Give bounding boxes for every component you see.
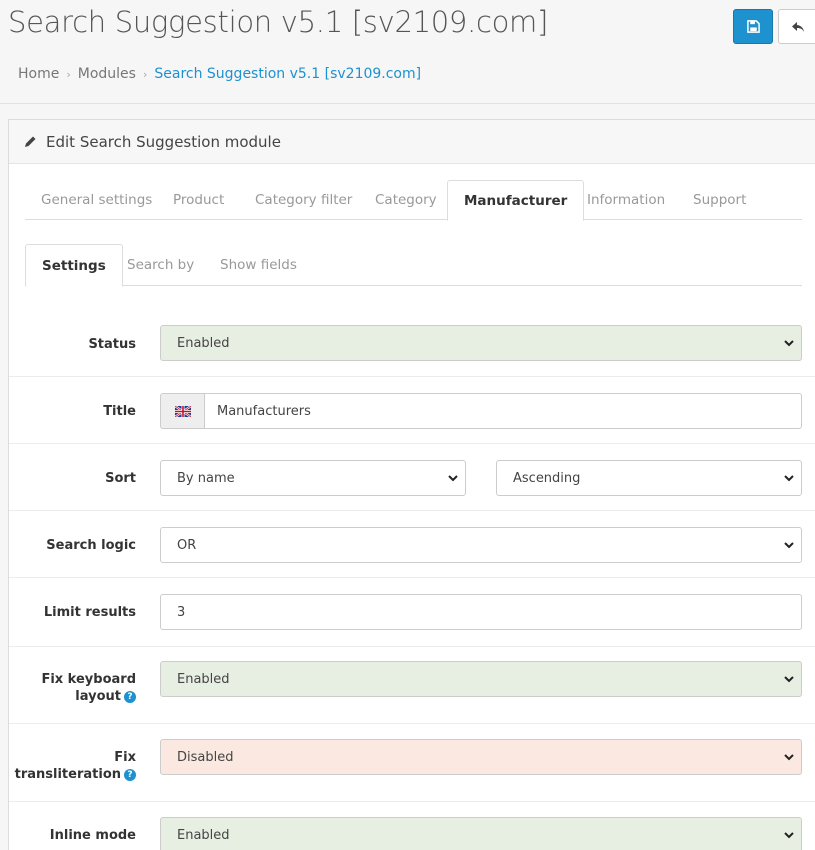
limit-results-value: 3	[177, 604, 186, 620]
status-label: Status	[88, 337, 136, 352]
inline-mode-value: Enabled	[177, 827, 230, 843]
form-row-limit-results: Limit results 3	[9, 577, 815, 646]
form-row-fix-keyboard-layout: Fix keyboard layout? Enabled	[9, 646, 815, 723]
sort-field-select[interactable]: By name	[160, 460, 466, 496]
form-row-title: Title Manufacturers	[9, 376, 815, 443]
page-header: Search Suggestion v5.1 [sv2109.com] Home…	[0, 0, 815, 104]
fix-transliteration-value: Disabled	[177, 749, 234, 765]
form-row-fix-transliteration: Fix transliteration? Disabled	[9, 723, 815, 801]
subtab-search-by[interactable]: Search by	[111, 244, 210, 284]
fix-keyboard-layout-value: Enabled	[177, 671, 230, 687]
limit-results-label: Limit results	[43, 605, 136, 620]
help-icon[interactable]: ?	[124, 691, 136, 703]
chevron-down-icon	[784, 542, 794, 549]
sort-order-select[interactable]: Ascending	[496, 460, 802, 496]
sub-tabs: Settings Search by Show fields	[25, 244, 802, 287]
language-flag-addon	[160, 393, 204, 429]
save-button[interactable]	[733, 9, 773, 44]
sort-order-value: Ascending	[513, 470, 581, 486]
search-logic-select[interactable]: OR	[160, 527, 802, 563]
status-value: Enabled	[177, 335, 230, 351]
search-logic-value: OR	[177, 537, 197, 553]
fix-keyboard-layout-select[interactable]: Enabled	[160, 661, 802, 697]
help-icon[interactable]: ?	[124, 769, 136, 781]
main-tabs: General settings Product Category filter…	[25, 180, 802, 221]
tab-product[interactable]: Product	[157, 180, 240, 220]
form-row-sort: Sort By name Ascending	[9, 443, 815, 510]
panel-heading: Edit Search Suggestion module	[9, 120, 815, 164]
tab-category-filter[interactable]: Category filter	[239, 180, 368, 220]
uk-flag-icon	[174, 405, 191, 417]
breadcrumb-home[interactable]: Home	[18, 66, 59, 82]
tab-information[interactable]: Information	[571, 180, 681, 220]
subtab-settings[interactable]: Settings	[25, 244, 123, 287]
status-select[interactable]: Enabled	[160, 325, 802, 361]
fix-keyboard-layout-label-line1: Fix keyboard	[41, 672, 136, 687]
breadcrumb-modules[interactable]: Modules	[78, 66, 136, 82]
title-value: Manufacturers	[217, 403, 311, 419]
chevron-down-icon	[784, 832, 794, 839]
save-icon	[746, 20, 760, 33]
chevron-down-icon	[448, 475, 458, 482]
edit-panel: Edit Search Suggestion module General se…	[8, 119, 815, 850]
back-button[interactable]	[778, 9, 815, 44]
tab-general-settings[interactable]: General settings	[25, 180, 168, 220]
inline-mode-select[interactable]: Enabled	[160, 817, 802, 850]
fix-transliteration-label: Fix transliteration?	[15, 749, 136, 783]
chevron-down-icon	[784, 340, 794, 347]
form-row-status: Status Enabled	[9, 310, 815, 376]
sort-field-value: By name	[177, 470, 235, 486]
inline-mode-label: Inline mode	[49, 828, 136, 843]
title-input[interactable]: Manufacturers	[204, 393, 802, 429]
form-row-inline-mode: Inline mode Enabled	[9, 801, 815, 850]
breadcrumb-current[interactable]: Search Suggestion v5.1 [sv2109.com]	[154, 66, 421, 82]
chevron-down-icon	[784, 754, 794, 761]
breadcrumb: Home › Modules › Search Suggestion v5.1 …	[18, 66, 421, 82]
breadcrumb-separator: ›	[66, 67, 71, 81]
panel-heading-text: Edit Search Suggestion module	[46, 132, 281, 151]
fix-keyboard-layout-label-line2: layout	[75, 689, 121, 704]
fix-keyboard-layout-label: Fix keyboard layout?	[41, 671, 136, 705]
tab-category[interactable]: Category	[359, 180, 453, 220]
limit-results-input[interactable]: 3	[160, 594, 802, 630]
subtab-show-fields[interactable]: Show fields	[204, 244, 313, 284]
sort-label: Sort	[105, 471, 136, 486]
reply-icon	[792, 21, 804, 32]
fix-transliteration-select[interactable]: Disabled	[160, 739, 802, 775]
tab-manufacturer[interactable]: Manufacturer	[447, 180, 585, 221]
chevron-down-icon	[784, 676, 794, 683]
form-row-search-logic: Search logic OR	[9, 510, 815, 577]
title-label: Title	[103, 404, 136, 419]
chevron-down-icon	[784, 475, 794, 482]
search-logic-label: Search logic	[46, 538, 136, 553]
tab-support[interactable]: Support	[677, 180, 762, 220]
page-title: Search Suggestion v5.1 [sv2109.com]	[8, 5, 549, 39]
breadcrumb-separator: ›	[142, 67, 148, 81]
fix-transliteration-label-line2: transliteration	[14, 767, 121, 782]
fix-transliteration-label-line1: Fix	[114, 750, 136, 765]
pencil-icon	[24, 135, 37, 148]
